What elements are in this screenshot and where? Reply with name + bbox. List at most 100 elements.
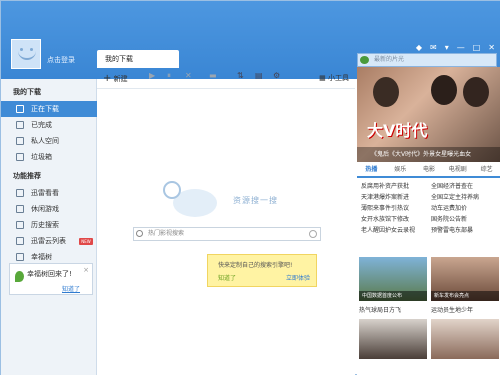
hero-title: 大V时代 [367, 121, 428, 140]
hero-caption: 《鬼后《大V时代》外景女星曝光血女 [357, 147, 500, 162]
sidebar-item-label: 迅雷看看 [31, 189, 59, 197]
sidebar-item-downloading[interactable]: 正在下载 [1, 101, 97, 117]
toolbar: + 新建 ▶ ⏸ ✕ ▬ ⇅ ▤ ⚙ ▦ 小工具 [97, 67, 355, 89]
popup-text: 幸福树回来了! [27, 270, 72, 278]
check-icon [16, 121, 24, 129]
news-link[interactable]: 老人醒因护女云录视 [361, 225, 431, 236]
tree-icon [16, 253, 24, 261]
news-link[interactable]: 天津港爆炸案新进 [361, 192, 431, 203]
list-item: 老人醒因护女云录视 预警雷电东部暴 [361, 225, 500, 236]
menu-icon[interactable]: ▾ [445, 43, 449, 52]
thumbnail-grid: 中国数据首度公布 新车发布会亮点 热气球局日方飞 运动员生地少年 [357, 257, 500, 375]
window-controls: ◆ ✉ ▾ — □ ✕ [416, 43, 495, 52]
hero-person-image [373, 77, 399, 107]
sidebar-item-kankan[interactable]: 迅雷看看 [1, 185, 97, 201]
section-title-features: 功能推荐 [13, 172, 41, 180]
news-link[interactable]: 动车运费加价 [431, 203, 500, 214]
tip-try-link[interactable]: 立即体验 [286, 273, 310, 282]
thumbnail[interactable] [359, 319, 427, 359]
news-tabs: 热播 娱乐 电影 电视剧 综艺 [357, 162, 500, 178]
sidebar-item-label: 垃圾箱 [31, 153, 52, 161]
thumbnail-caption: 新车发布会亮点 [431, 291, 499, 301]
news-link[interactable]: 女开水族馆下修改 [361, 214, 431, 225]
tree-popup: 幸福树回来了! 知道了 × [9, 263, 93, 295]
tip-dismiss-link[interactable]: 知道了 [218, 273, 236, 282]
sidebar-item-private[interactable]: 私人空间 [1, 133, 97, 149]
tab-tv[interactable]: 电视剧 [443, 162, 472, 176]
tab-hot[interactable]: 热播 [357, 162, 386, 176]
sidebar-item-cloud[interactable]: 迅雷云列表 NEW [1, 233, 97, 249]
thumbnail[interactable] [431, 319, 499, 359]
thumbnail[interactable]: 中国数据首度公布 [359, 257, 427, 301]
close-icon[interactable]: × [83, 266, 89, 274]
history-icon [16, 221, 24, 229]
delete-icon[interactable]: ✕ [185, 71, 192, 80]
hero-banner[interactable]: 大V时代 《鬼后《大V时代》外景女星曝光血女 [357, 67, 500, 162]
news-link[interactable]: 反腐用补资产获批 [361, 181, 431, 192]
tab-movies[interactable]: 电影 [415, 162, 444, 176]
list-item: 天津港爆炸案新进 全国立定主持养病 [361, 192, 500, 203]
news-link[interactable]: 国务院公告新 [431, 214, 500, 225]
gamepad-icon [16, 205, 24, 213]
news-link[interactable]: 预警雷电东部暴 [431, 225, 500, 236]
search-icon [136, 230, 143, 237]
sidebar-item-games[interactable]: 休闲游戏 [1, 201, 97, 217]
tools-button[interactable]: ▦ 小工具 [319, 73, 349, 83]
app-window: 点击登录 我的下载 ◆ ✉ ▾ — □ ✕ 最新的片光 我的下载 正在下载 已完… [0, 0, 500, 375]
sidebar-item-label: 正在下载 [31, 105, 59, 113]
avatar-smile-icon [18, 48, 36, 60]
play-icon[interactable]: ▶ [149, 71, 155, 80]
close-icon[interactable]: ✕ [488, 43, 495, 52]
sort-icon[interactable]: ⇅ [237, 71, 244, 80]
sidebar-item-label: 休闲游戏 [31, 205, 59, 213]
trash-icon [16, 153, 24, 161]
sidebar-item-trash[interactable]: 垃圾箱 [1, 149, 97, 165]
details-icon[interactable]: ▤ [255, 71, 263, 80]
video-search-input[interactable]: 热门影视搜索 [133, 227, 321, 241]
engine-tip: 快来定制自己的搜索引擎吧! 知道了 立即体验 [207, 254, 317, 287]
sidebar-item-label: 私人空间 [31, 137, 59, 145]
list-item: 反腐用补资产获批 全国经济普查在 [361, 181, 500, 192]
engine-select-icon[interactable] [309, 230, 317, 238]
popup-dismiss-link[interactable]: 知道了 [62, 284, 80, 293]
settings-icon[interactable]: ⚙ [273, 71, 280, 80]
section-title-downloads: 我的下载 [13, 88, 41, 96]
news-link[interactable]: 薄熙来事件引热议 [361, 203, 431, 214]
news-link[interactable]: 全国经济普查在 [431, 181, 500, 192]
news-list: 反腐用补资产获批 全国经济普查在 天津港爆炸案新进 全国立定主持养病 薄熙来事件引热… [361, 181, 500, 236]
tab-variety[interactable]: 综艺 [472, 162, 500, 176]
sidebar-item-label: 幸福树 [31, 253, 52, 261]
thumbnail[interactable]: 新车发布会亮点 [431, 257, 499, 301]
mascot-image [163, 181, 233, 223]
maximize-icon[interactable]: □ [473, 43, 481, 52]
sidebar-item-completed[interactable]: 已完成 [1, 117, 97, 133]
tab-my-downloads[interactable]: 我的下载 [97, 50, 179, 68]
list-item: 女开水族馆下修改 国务院公告新 [361, 214, 500, 225]
folder-icon[interactable]: ▬ [209, 71, 217, 80]
skin-icon[interactable]: ◆ [416, 43, 422, 52]
download-icon [16, 105, 24, 113]
pause-icon[interactable]: ⏸ [167, 71, 171, 81]
grid-icon: ▦ [319, 74, 326, 82]
mail-icon[interactable]: ✉ [430, 43, 437, 52]
plus-icon: + [103, 73, 112, 84]
news-link[interactable]: 全国立定主持养病 [431, 192, 500, 203]
cloud-icon [16, 237, 24, 245]
tip-text: 快来定制自己的搜索引擎吧! [218, 262, 293, 269]
tab-entertainment[interactable]: 娱乐 [386, 162, 415, 176]
hero-person-image [431, 75, 457, 105]
search-logo-icon [360, 56, 369, 64]
news-panel: 大V时代 《鬼后《大V时代》外景女星曝光血女 热播 娱乐 电影 电视剧 综艺 反… [357, 67, 500, 375]
new-task-label: 新建 [113, 75, 128, 83]
thumbnail-label[interactable]: 运动员生地少年 [431, 305, 473, 314]
minimize-icon[interactable]: — [457, 43, 465, 52]
sidebar-item-history[interactable]: 历史搜索 [1, 217, 97, 233]
top-search-input[interactable]: 最新的片光 [357, 53, 497, 67]
thumbnail-label[interactable]: 热气球局日方飞 [359, 305, 401, 314]
avatar[interactable] [11, 39, 41, 69]
login-link[interactable]: 点击登录 [47, 55, 75, 65]
new-badge: NEW [79, 238, 93, 245]
hero-person-image [463, 77, 489, 107]
magnifier-icon [163, 181, 181, 199]
new-task-button[interactable]: + 新建 [103, 73, 128, 84]
